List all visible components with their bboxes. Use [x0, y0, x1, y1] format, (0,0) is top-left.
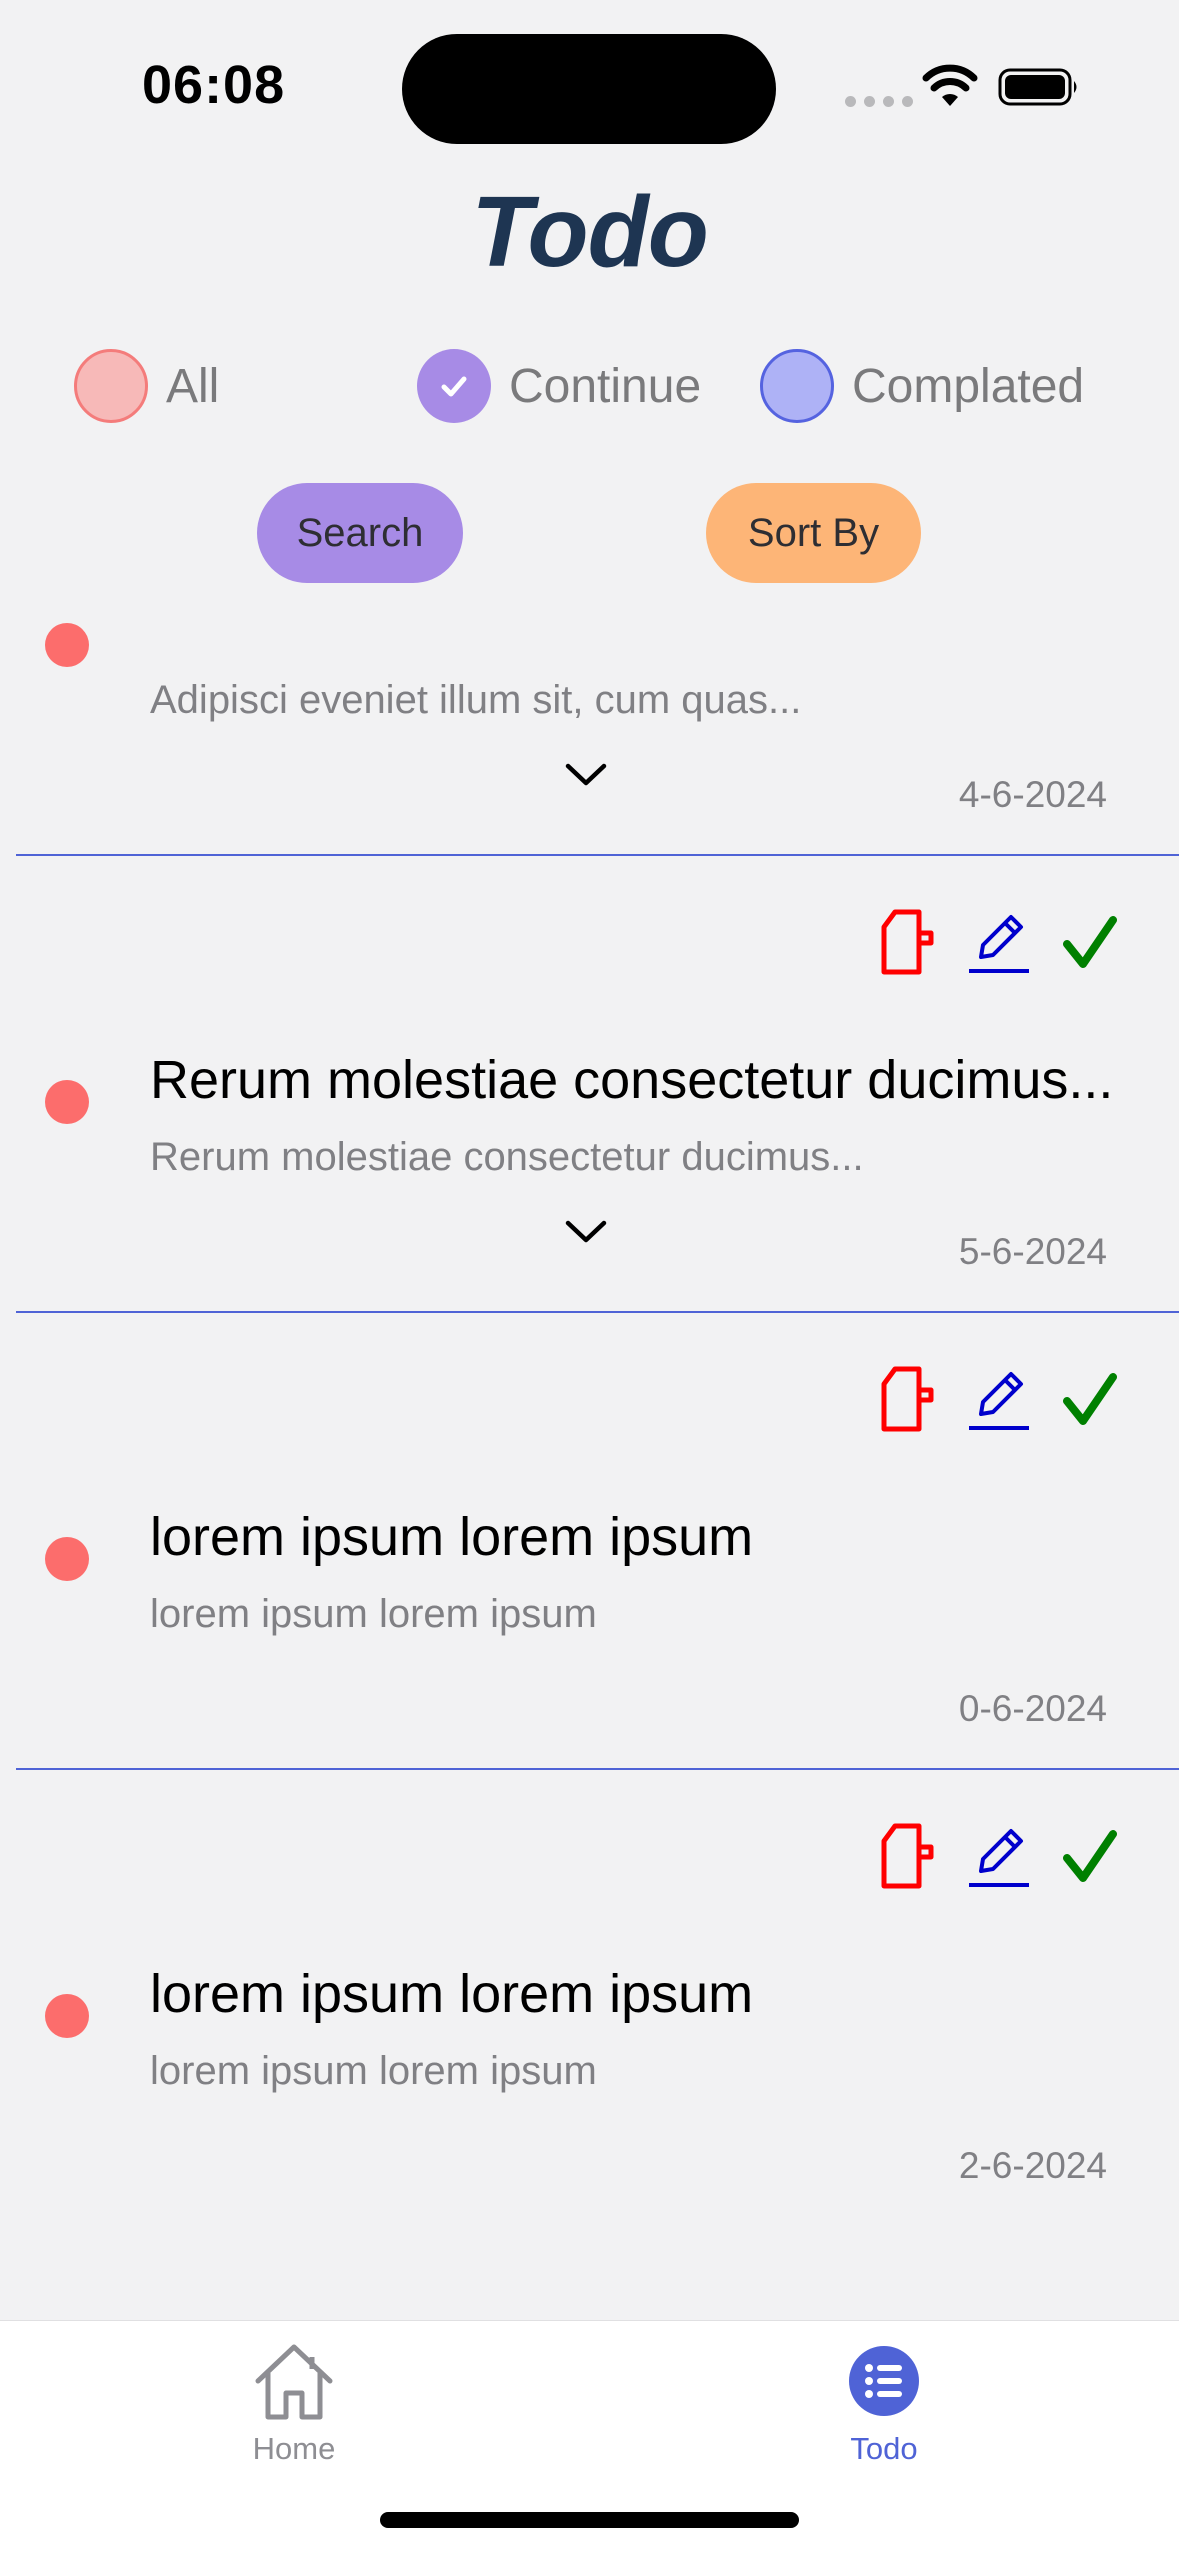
delete-file-icon[interactable] — [881, 1366, 935, 1432]
pencil-edit-icon[interactable] — [967, 1366, 1031, 1432]
todo-actions — [881, 909, 1117, 975]
radio-continue[interactable] — [417, 349, 491, 423]
cellular-signal-icon — [845, 96, 913, 107]
todo-description: Rerum molestiae consectetur ducimus... — [150, 1135, 864, 1179]
battery-icon — [998, 68, 1077, 106]
search-button[interactable]: Search — [257, 483, 463, 583]
todo-title: lorem ipsum lorem ipsum — [150, 1964, 754, 2024]
todo-description: Adipisci eveniet illum sit, cum quas... — [150, 678, 802, 722]
checkmark-icon[interactable] — [1063, 1371, 1117, 1427]
status-time: 06:08 — [142, 55, 286, 115]
todo-title: lorem ipsum lorem ipsum — [150, 1507, 754, 1567]
todo-actions — [881, 1823, 1117, 1889]
wifi-icon — [922, 64, 978, 106]
filter-continue[interactable]: Continue — [417, 348, 701, 424]
filter-all[interactable]: All — [74, 348, 219, 424]
list-icon — [849, 2346, 919, 2416]
todo-item[interactable]: lorem ipsum lorem ipsum lorem ipsum lore… — [0, 1771, 1179, 2227]
status-dot — [45, 1080, 89, 1124]
todo-description: lorem ipsum lorem ipsum — [150, 1592, 597, 1636]
todo-date: 5-6-2024 — [958, 1231, 1107, 1272]
todo-title: Rerum molestiae consectetur ducimus... — [150, 1050, 1114, 1110]
page-title: Todo — [471, 176, 709, 288]
filter-continue-label: Continue — [509, 359, 702, 413]
filter-all-label: All — [166, 359, 220, 413]
filter-completed[interactable]: Complated — [760, 348, 1084, 424]
delete-file-icon[interactable] — [881, 1823, 935, 1889]
home-indicator — [380, 2512, 799, 2528]
divider — [16, 1311, 1179, 1313]
todo-item[interactable]: Rerum molestiae consectetur ducimus... R… — [0, 857, 1179, 1313]
tab-todo[interactable]: Todo — [784, 2341, 984, 2467]
todo-date: 0-6-2024 — [958, 1688, 1107, 1729]
filter-completed-label: Complated — [852, 359, 1085, 413]
chevron-down-icon[interactable] — [562, 1215, 610, 1247]
tab-todo-label: Todo — [850, 2431, 918, 2466]
home-icon — [255, 2344, 333, 2420]
checkmark-icon[interactable] — [1063, 1828, 1117, 1884]
divider — [16, 1768, 1179, 1770]
delete-file-icon[interactable] — [881, 909, 935, 975]
status-dot — [45, 1994, 89, 2038]
todo-description: lorem ipsum lorem ipsum — [150, 2049, 597, 2093]
todo-date: 2-6-2024 — [958, 2145, 1107, 2186]
checkmark-icon — [441, 376, 467, 397]
pencil-edit-icon[interactable] — [967, 909, 1031, 975]
todo-list[interactable]: Adipisci eveniet illum sit, cum quas... … — [0, 600, 1179, 2320]
dynamic-island — [402, 34, 776, 144]
radio-all[interactable] — [74, 349, 148, 423]
radio-completed[interactable] — [760, 349, 834, 423]
divider — [16, 854, 1179, 856]
tab-home-label: Home — [252, 2431, 336, 2466]
status-dot — [45, 623, 89, 667]
todo-date: 4-6-2024 — [958, 774, 1107, 815]
status-dot — [45, 1537, 89, 1581]
todo-actions — [881, 1366, 1117, 1432]
tab-home[interactable]: Home — [194, 2341, 394, 2467]
sort-by-button[interactable]: Sort By — [706, 483, 921, 583]
todo-item[interactable]: lorem ipsum lorem ipsum lorem ipsum lore… — [0, 1314, 1179, 1770]
checkmark-icon[interactable] — [1063, 914, 1117, 970]
pencil-edit-icon[interactable] — [967, 1823, 1031, 1889]
todo-item[interactable]: Adipisci eveniet illum sit, cum quas... … — [0, 600, 1179, 856]
chevron-down-icon[interactable] — [562, 758, 610, 790]
